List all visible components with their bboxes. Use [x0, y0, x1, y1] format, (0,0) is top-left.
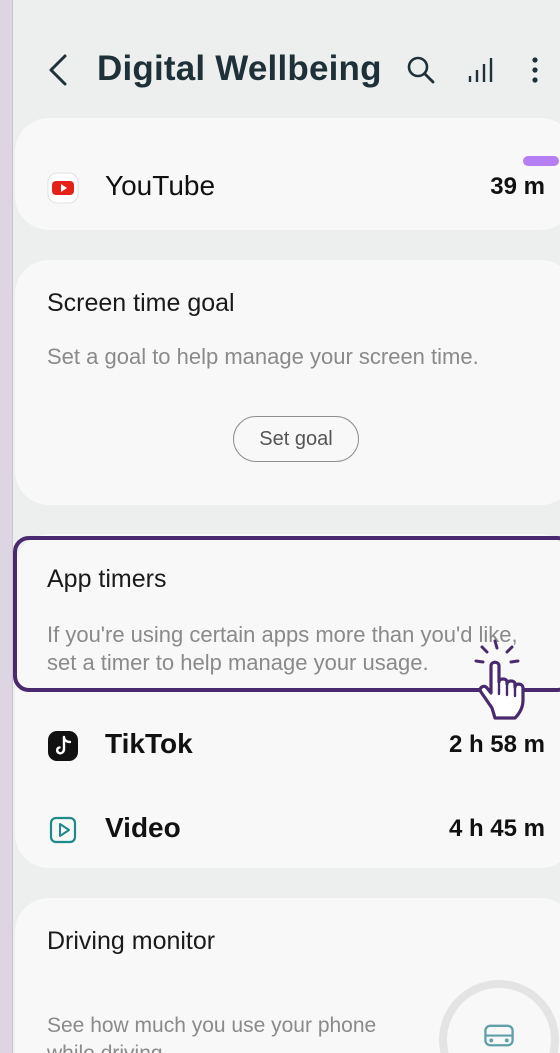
top-app-bar: Digital Wellbeing [13, 0, 560, 120]
driving-monitor-description: See how much you use your phone while dr… [47, 1014, 377, 1053]
screen-time-goal-title: Screen time goal [47, 289, 235, 317]
app-row-video[interactable]: Video 4 h 45 m [13, 798, 560, 858]
tap-hand-icon [474, 639, 525, 720]
back-button[interactable] [43, 52, 73, 88]
screen-time-goal-description: Set a goal to help manage your screen ti… [47, 344, 479, 369]
search-icon [407, 56, 435, 84]
video-play-icon [49, 816, 77, 844]
page-title: Digital Wellbeing [97, 49, 382, 88]
phone-screen: Digital Wellbeing YouTube 39 m Screen ti… [12, 0, 560, 1053]
search-button[interactable] [403, 52, 439, 88]
bar-chart-icon [468, 58, 493, 82]
usage-bar [523, 156, 559, 166]
app-name: TikTok [105, 728, 193, 759]
app-row-youtube[interactable]: YouTube 39 m [13, 158, 560, 218]
app-timer-time: 4 h 45 m [448, 815, 545, 842]
chevron-left-icon [49, 54, 67, 86]
usage-chart-button[interactable] [463, 52, 499, 88]
app-name: Video [105, 812, 181, 843]
app-timer-time: 2 h 58 m [448, 731, 545, 758]
app-row-tiktok[interactable]: TikTok 2 h 58 m [13, 716, 560, 776]
driving-monitor-title: Driving monitor [47, 927, 216, 955]
more-options-button[interactable] [517, 52, 553, 88]
app-name: YouTube [105, 170, 216, 201]
set-goal-button[interactable]: Set goal [233, 416, 359, 462]
tiktok-icon [48, 731, 78, 761]
app-usage-time: 39 m [490, 173, 545, 200]
car-icon [484, 1024, 514, 1047]
more-vertical-icon [532, 57, 538, 83]
youtube-icon [47, 172, 79, 204]
